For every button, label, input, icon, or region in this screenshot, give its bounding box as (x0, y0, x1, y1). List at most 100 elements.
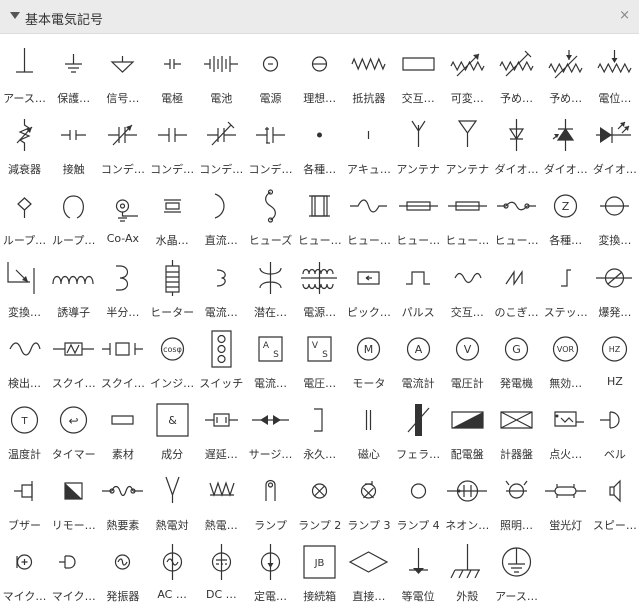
symbol-item[interactable]: ヒーター (148, 254, 197, 324)
symbol-item[interactable]: 電位… (590, 40, 639, 110)
symbol-item[interactable]: サージ… (246, 396, 295, 466)
symbol-item[interactable]: ブザー (0, 467, 49, 537)
symbol-item[interactable]: 潜在… (246, 254, 295, 324)
symbol-item[interactable]: VOR 無効… (541, 325, 590, 395)
symbol-item[interactable]: ↩ タイマー (49, 396, 98, 466)
symbol-item[interactable]: 点火… (541, 396, 590, 466)
symbol-item[interactable]: ヒュー… (295, 182, 344, 252)
symbol-item[interactable]: ループ… (49, 182, 98, 252)
symbol-item[interactable]: 発振器 (98, 538, 147, 608)
collapse-triangle-icon[interactable] (10, 12, 20, 19)
symbol-item[interactable]: 遅延… (197, 396, 246, 466)
symbol-item[interactable]: 爆発… (590, 254, 639, 324)
symbol-item[interactable]: A S 電流… (246, 325, 295, 395)
symbol-item[interactable]: ループ… (0, 182, 49, 252)
symbol-item[interactable]: 熱要素 (98, 467, 147, 537)
symbol-item[interactable]: 保護… (49, 40, 98, 110)
symbol-item[interactable]: アース… (0, 40, 49, 110)
symbol-item[interactable]: 熱電… (197, 467, 246, 537)
symbol-item[interactable]: HZ HZ (590, 325, 639, 395)
close-icon[interactable]: × (619, 8, 630, 23)
symbol-item[interactable]: 照明… (492, 467, 541, 537)
symbol-item[interactable]: 電池 (197, 40, 246, 110)
symbol-item[interactable]: AC … (148, 538, 197, 608)
symbol-item[interactable]: 電源… (295, 254, 344, 324)
symbol-item[interactable]: 素材 (98, 396, 147, 466)
symbol-item[interactable]: ランプ 2 (295, 467, 344, 537)
symbol-item[interactable]: ランプ 3 (344, 467, 393, 537)
symbol-item[interactable]: マイク… (49, 538, 98, 608)
symbol-item[interactable]: 変換… (0, 254, 49, 324)
symbol-item[interactable]: 電流… (197, 254, 246, 324)
symbol-item[interactable]: V 電圧計 (443, 325, 492, 395)
symbol-item[interactable]: 外殻 (443, 538, 492, 608)
symbol-item[interactable]: ヒュー… (492, 182, 541, 252)
symbol-item[interactable]: M モータ (344, 325, 393, 395)
symbol-item[interactable]: スクイ… (49, 325, 98, 395)
symbol-item[interactable]: 予め… (492, 40, 541, 110)
symbol-item[interactable]: 交互… (443, 254, 492, 324)
symbol-item[interactable]: T 温度計 (0, 396, 49, 466)
symbol-item[interactable]: Z 各種… (541, 182, 590, 252)
symbol-item[interactable]: 各種… (295, 111, 344, 181)
symbol-item[interactable]: 予め… (541, 40, 590, 110)
symbol-item[interactable]: のこぎ… (492, 254, 541, 324)
symbol-item[interactable]: 磁心 (344, 396, 393, 466)
symbol-item[interactable]: ランプ (246, 467, 295, 537)
symbol-item[interactable]: アキュ… (344, 111, 393, 181)
symbol-item[interactable]: コンデ… (98, 111, 147, 181)
symbol-item[interactable]: ダイオ… (541, 111, 590, 181)
symbol-item[interactable]: Co-Ax (98, 182, 147, 252)
symbol-item[interactable]: ダイオ… (590, 111, 639, 181)
symbol-item[interactable]: 接触 (49, 111, 98, 181)
symbol-item[interactable]: 抵抗器 (344, 40, 393, 110)
symbol-item[interactable]: コンデ… (246, 111, 295, 181)
symbol-item[interactable]: ネオン… (443, 467, 492, 537)
symbol-item[interactable]: V S 電圧… (295, 325, 344, 395)
symbol-item[interactable]: JB 接続箱 (295, 538, 344, 608)
symbol-item[interactable]: G 発電機 (492, 325, 541, 395)
symbol-item[interactable]: 誘導子 (49, 254, 98, 324)
symbol-item[interactable]: 水晶… (148, 182, 197, 252)
symbol-item[interactable]: & 成分 (148, 396, 197, 466)
symbol-item[interactable]: 変換… (590, 182, 639, 252)
symbol-item[interactable]: 減衰器 (0, 111, 49, 181)
symbol-item[interactable]: 信号… (98, 40, 147, 110)
symbol-item[interactable]: 等電位 (394, 538, 443, 608)
symbol-item[interactable]: ヒュー… (394, 182, 443, 252)
symbol-item[interactable]: 定電… (246, 538, 295, 608)
symbol-item[interactable]: アース… (492, 538, 541, 608)
symbol-item[interactable]: コンデ… (148, 111, 197, 181)
symbol-item[interactable]: ベル (590, 396, 639, 466)
symbol-item[interactable]: DC … (197, 538, 246, 608)
symbol-item[interactable]: ヒュー… (443, 182, 492, 252)
symbol-item[interactable]: ピック… (344, 254, 393, 324)
symbol-item[interactable]: 計器盤 (492, 396, 541, 466)
symbol-item[interactable]: マイク… (0, 538, 49, 608)
symbol-item[interactable]: アンテナ (443, 111, 492, 181)
symbol-item[interactable]: A 電流計 (394, 325, 443, 395)
symbol-item[interactable]: 直接… (344, 538, 393, 608)
symbol-item[interactable]: ヒューズ (246, 182, 295, 252)
symbol-item[interactable]: 理想… (295, 40, 344, 110)
symbol-item[interactable]: 交互… (394, 40, 443, 110)
symbol-item[interactable]: 蛍光灯 (541, 467, 590, 537)
symbol-item[interactable]: ランプ 4 (394, 467, 443, 537)
symbol-item[interactable]: スクイ… (98, 325, 147, 395)
symbol-item[interactable]: 電極 (148, 40, 197, 110)
symbol-item[interactable]: 永久… (295, 396, 344, 466)
symbol-item[interactable]: ヒュー… (344, 182, 393, 252)
symbol-item[interactable]: 配電盤 (443, 396, 492, 466)
symbol-item[interactable]: ダイオ… (492, 111, 541, 181)
symbol-item[interactable]: スピー… (590, 467, 639, 537)
symbol-item[interactable]: 半分… (98, 254, 147, 324)
symbol-item[interactable]: ステッ… (541, 254, 590, 324)
symbol-item[interactable]: アンテナ (394, 111, 443, 181)
symbol-item[interactable]: 電源 (246, 40, 295, 110)
panel-header[interactable]: 基本電気記号 × (0, 0, 639, 34)
symbol-item[interactable]: フェラ… (394, 396, 443, 466)
symbol-item[interactable]: 可変… (443, 40, 492, 110)
symbol-item[interactable]: スイッチ (197, 325, 246, 395)
symbol-item[interactable]: 検出… (0, 325, 49, 395)
symbol-item[interactable]: 直流… (197, 182, 246, 252)
